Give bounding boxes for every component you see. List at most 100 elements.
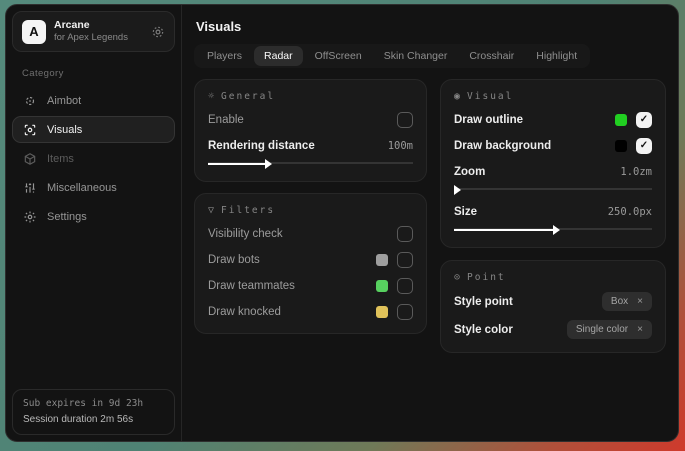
visibility-check-checkbox[interactable] — [397, 226, 413, 242]
draw-outline-label: Draw outline — [454, 114, 523, 126]
sidebar-item-settings[interactable]: Settings — [12, 203, 175, 230]
tab-players[interactable]: Players — [197, 46, 252, 66]
panel-filters: ▽ Filters Visibility check Draw bots — [194, 193, 427, 334]
enable-checkbox[interactable] — [397, 112, 413, 128]
panel-general-title: ☼ General — [208, 91, 413, 102]
sidebar-item-visuals[interactable]: Visuals — [12, 116, 175, 143]
close-icon[interactable]: × — [637, 324, 643, 335]
slider-track — [454, 188, 652, 190]
row-size: Size 250.0px — [454, 203, 652, 220]
draw-bots-checkbox[interactable] — [397, 252, 413, 268]
row-draw-bots: Draw bots — [208, 251, 413, 268]
row-visibility-check: Visibility check — [208, 225, 413, 242]
sidebar-item-aimbot[interactable]: Aimbot — [12, 87, 175, 114]
draw-teammates-color-swatch[interactable] — [376, 280, 388, 292]
draw-knocked-color-swatch[interactable] — [376, 306, 388, 318]
session-info-card: Sub expires in 9d 23h Session duration 2… — [12, 389, 175, 435]
tab-crosshair[interactable]: Crosshair — [459, 46, 524, 66]
sidebar-item-label: Miscellaneous — [47, 182, 117, 194]
rendering-distance-value: 100m — [388, 140, 413, 152]
draw-background-checkbox[interactable]: ✓ — [636, 138, 652, 154]
app-window: A Arcane for Apex Legends Category Aimbo… — [5, 4, 679, 442]
size-label: Size — [454, 206, 477, 218]
row-style-color: Style color Single color × — [454, 320, 652, 339]
app-meta: Arcane for Apex Legends — [54, 19, 143, 44]
rendering-distance-slider[interactable] — [208, 158, 413, 168]
zoom-value: 1.0zm — [620, 166, 652, 178]
tab-radar[interactable]: Radar — [254, 46, 303, 66]
session-duration-text: Session duration 2m 56s — [23, 412, 164, 428]
panel-general: ☼ General Enable Rendering distance 100m — [194, 79, 427, 182]
tab-highlight[interactable]: Highlight — [526, 46, 587, 66]
row-draw-outline: Draw outline ✓ — [454, 111, 652, 128]
sidebar-item-miscellaneous[interactable]: Miscellaneous — [12, 174, 175, 201]
panel-title-text: Visual — [467, 91, 513, 102]
funnel-icon: ▽ — [208, 205, 214, 216]
slider-fill — [454, 229, 553, 231]
style-color-select[interactable]: Single color × — [567, 320, 652, 339]
panel-title-text: Filters — [221, 205, 275, 216]
row-style-point: Style point Box × — [454, 292, 652, 311]
row-rendering-distance: Rendering distance 100m — [208, 137, 413, 154]
zoom-slider[interactable] — [454, 184, 652, 194]
enable-label: Enable — [208, 114, 244, 126]
eye-icon: ◉ — [454, 91, 460, 102]
main-content: Visuals Players Radar OffScreen Skin Cha… — [182, 5, 678, 441]
panel-point: ⊙ Point Style point Box × Style color — [440, 260, 666, 353]
sliders-icon — [23, 181, 37, 195]
draw-background-label: Draw background — [454, 140, 551, 152]
size-slider[interactable] — [454, 224, 652, 234]
draw-knocked-checkbox[interactable] — [397, 304, 413, 320]
tab-offscreen[interactable]: OffScreen — [305, 46, 372, 66]
left-column: ☼ General Enable Rendering distance 100m — [194, 79, 427, 334]
sun-icon: ☼ — [208, 91, 214, 102]
style-point-label: Style point — [454, 296, 513, 308]
sidebar-item-label: Aimbot — [47, 95, 81, 107]
sidebar-item-label: Settings — [47, 211, 87, 223]
draw-teammates-checkbox[interactable] — [397, 278, 413, 294]
app-logo: A — [22, 20, 46, 44]
row-draw-teammates: Draw teammates — [208, 277, 413, 294]
visibility-check-label: Visibility check — [208, 228, 283, 240]
tab-skin-changer[interactable]: Skin Changer — [374, 46, 458, 66]
draw-teammates-label: Draw teammates — [208, 280, 295, 292]
crosshair-icon — [23, 94, 37, 108]
panel-filters-title: ▽ Filters — [208, 205, 413, 216]
category-label: Category — [22, 68, 175, 79]
panels-area: ☼ General Enable Rendering distance 100m — [194, 79, 666, 353]
panel-point-title: ⊙ Point — [454, 272, 652, 283]
draw-bots-color-swatch[interactable] — [376, 254, 388, 266]
right-column: ◉ Visual Draw outline ✓ Draw background … — [440, 79, 666, 353]
style-color-chip-text: Single color — [576, 324, 628, 335]
sidebar-item-items[interactable]: Items — [12, 145, 175, 172]
tab-bar: Players Radar OffScreen Skin Changer Cro… — [194, 44, 590, 68]
style-color-label: Style color — [454, 324, 513, 336]
sidebar: A Arcane for Apex Legends Category Aimbo… — [6, 5, 182, 441]
dot-icon: ⊙ — [454, 272, 460, 283]
zoom-label: Zoom — [454, 166, 485, 178]
page-title: Visuals — [196, 19, 666, 34]
draw-bots-label: Draw bots — [208, 254, 260, 266]
row-enable: Enable — [208, 111, 413, 128]
sub-expires-text: Sub expires in 9d 23h — [23, 397, 164, 412]
panel-visual: ◉ Visual Draw outline ✓ Draw background … — [440, 79, 666, 248]
draw-outline-checkbox[interactable]: ✓ — [636, 112, 652, 128]
draw-outline-color-swatch[interactable] — [615, 114, 627, 126]
eye-scan-icon — [23, 123, 37, 137]
app-header-card: A Arcane for Apex Legends — [12, 11, 175, 52]
style-point-select[interactable]: Box × — [602, 292, 652, 311]
row-zoom: Zoom 1.0zm — [454, 163, 652, 180]
style-point-chip-text: Box — [611, 296, 628, 307]
draw-background-color-swatch[interactable] — [615, 140, 627, 152]
sidebar-nav: Aimbot Visuals Items — [12, 87, 175, 230]
row-draw-background: Draw background ✓ — [454, 137, 652, 154]
app-title: Arcane — [54, 19, 143, 32]
draw-knocked-label: Draw knocked — [208, 306, 281, 318]
settings-gear-icon[interactable] — [151, 25, 165, 39]
cube-icon — [23, 152, 37, 166]
gear-icon — [23, 210, 37, 224]
row-draw-knocked: Draw knocked — [208, 303, 413, 320]
panel-title-text: General — [221, 91, 275, 102]
close-icon[interactable]: × — [637, 296, 643, 307]
rendering-distance-label: Rendering distance — [208, 140, 315, 152]
